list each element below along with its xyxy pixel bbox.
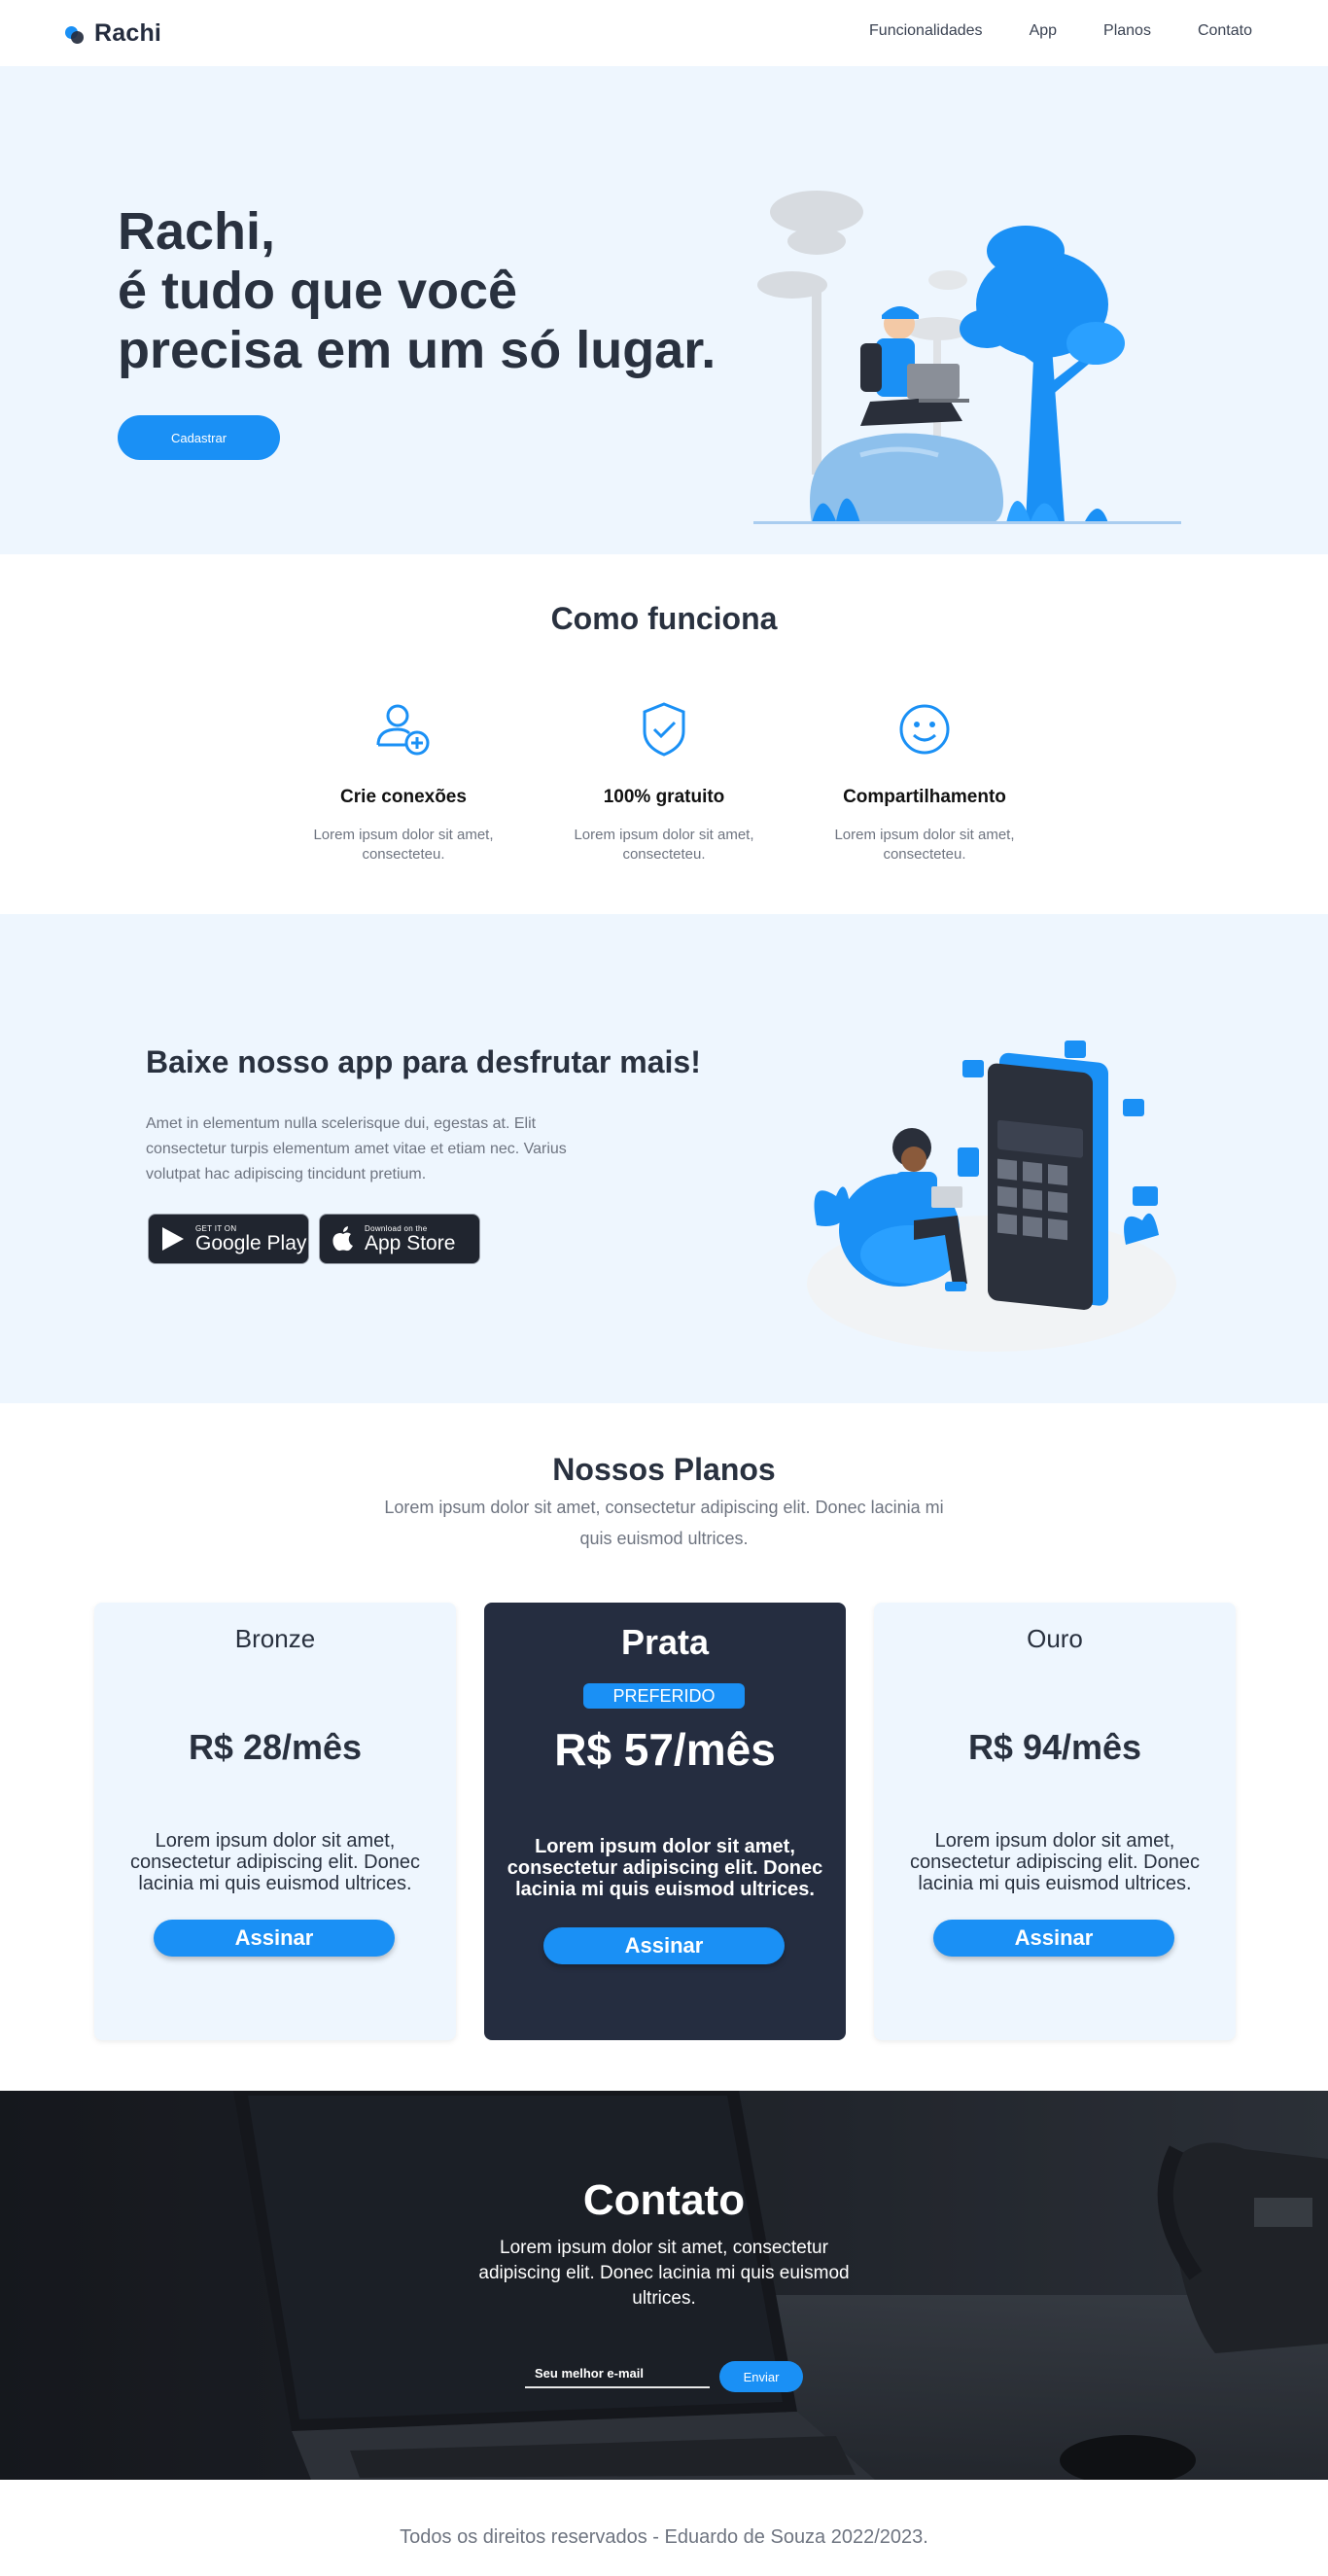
google-play-label: Google Play	[195, 1231, 307, 1254]
contact-section: Contato Lorem ipsum dolor sit amet, cons…	[0, 2091, 1328, 2480]
hero-title-line: Rachi,	[118, 202, 276, 261]
subscribe-button[interactable]: Assinar	[933, 1920, 1174, 1957]
plan-description: Lorem ipsum dolor sit amet, consectetur …	[910, 1830, 1200, 1894]
plan-name: Prata	[620, 1622, 710, 1662]
add-user-icon	[376, 704, 430, 756]
feature-card: Compartilhamento Lorem ipsum dolor sit a…	[818, 698, 1031, 865]
email-input[interactable]	[525, 2359, 710, 2388]
google-play-button[interactable]: GET IT ON Google Play	[148, 1214, 309, 1264]
nav-link-app[interactable]: App	[1030, 22, 1057, 40]
footer-copyright: Todos os direitos reservados - Eduardo d…	[400, 2526, 928, 2548]
app-illustration	[807, 1041, 1176, 1352]
shield-check-icon	[643, 702, 685, 757]
subscribe-button[interactable]: Assinar	[154, 1920, 395, 1957]
preferred-badge: PREFERIDO	[583, 1683, 745, 1709]
feature-text: Lorem ipsum dolor sit amet, consecteteu.	[313, 827, 494, 863]
subscribe-button[interactable]: Assinar	[543, 1927, 785, 1964]
nav-link-funcionalidades[interactable]: Funcionalidades	[869, 22, 983, 40]
apple-icon	[332, 1226, 353, 1252]
how-section-title: Como funciona	[550, 601, 778, 636]
app-store-label: App Store	[365, 1231, 456, 1254]
plan-description: Lorem ipsum dolor sit amet, consectetur …	[130, 1830, 420, 1894]
hero-title: Rachi, é tudo que você precisa em um só …	[118, 202, 716, 380]
site-header: Rachi Funcionalidades App Planos Contato	[0, 0, 1328, 66]
feature-text: Lorem ipsum dolor sit amet, consecteteu.	[574, 827, 754, 863]
feature-title: Crie conexões	[340, 787, 467, 807]
plan-description: Lorem ipsum dolor sit amet, consectetur …	[507, 1836, 823, 1900]
plan-card-ouro: Ouro R$ 94/mês Lorem ipsum dolor sit ame…	[874, 1603, 1236, 2040]
plans-section-title: Nossos Planos	[552, 1452, 776, 1487]
feature-title: 100% gratuito	[603, 787, 725, 807]
app-section-text: Amet in elementum nulla scelerisque dui,…	[146, 1115, 567, 1182]
app-section: Baixe nosso app para desfrutar mais! Ame…	[0, 914, 1328, 1403]
app-section-title: Baixe nosso app para desfrutar mais!	[146, 1044, 701, 1079]
nav-link-contato[interactable]: Contato	[1198, 22, 1252, 40]
plan-card-prata: Prata PREFERIDO R$ 57/mês Lorem ipsum do…	[484, 1603, 846, 2040]
hero-section: Rachi, é tudo que você precisa em um só …	[0, 66, 1328, 554]
main-nav: Funcionalidades App Planos Contato	[869, 22, 1252, 40]
plan-price: R$ 28/mês	[188, 1727, 363, 1767]
feature-card: 100% gratuito Lorem ipsum dolor sit amet…	[557, 698, 771, 865]
hero-title-line: é tudo que você	[118, 262, 518, 320]
hero-illustration	[753, 191, 1181, 524]
app-store-button[interactable]: Download on the App Store	[319, 1214, 480, 1264]
plan-price: R$ 94/mês	[967, 1727, 1142, 1767]
contact-section-title: Contato	[582, 2176, 746, 2224]
smile-icon	[899, 704, 950, 755]
play-store-icon	[162, 1227, 184, 1251]
signup-button[interactable]: Cadastrar	[118, 415, 280, 460]
plan-name: Bronze	[234, 1624, 316, 1653]
feature-text: Lorem ipsum dolor sit amet, consecteteu.	[834, 827, 1015, 863]
nav-link-planos[interactable]: Planos	[1103, 22, 1151, 40]
send-button[interactable]: Enviar	[719, 2361, 803, 2392]
hero-title-line: precisa em um só lugar.	[118, 321, 716, 379]
plan-card-bronze: Bronze R$ 28/mês Lorem ipsum dolor sit a…	[94, 1603, 456, 2040]
contact-section-text: Lorem ipsum dolor sit amet, consectetur …	[478, 2238, 850, 2309]
feature-title: Compartilhamento	[843, 787, 1006, 807]
feature-card: Crie conexões Lorem ipsum dolor sit amet…	[297, 698, 510, 865]
brand-logo[interactable]: Rachi	[65, 19, 161, 48]
plans-section-subtitle: Lorem ipsum dolor sit amet, consectetur …	[384, 1498, 944, 1548]
plan-name: Ouro	[1027, 1624, 1083, 1653]
plan-price: R$ 57/mês	[554, 1724, 776, 1775]
brand-name: Rachi	[94, 19, 162, 47]
logo-icon	[65, 24, 85, 44]
